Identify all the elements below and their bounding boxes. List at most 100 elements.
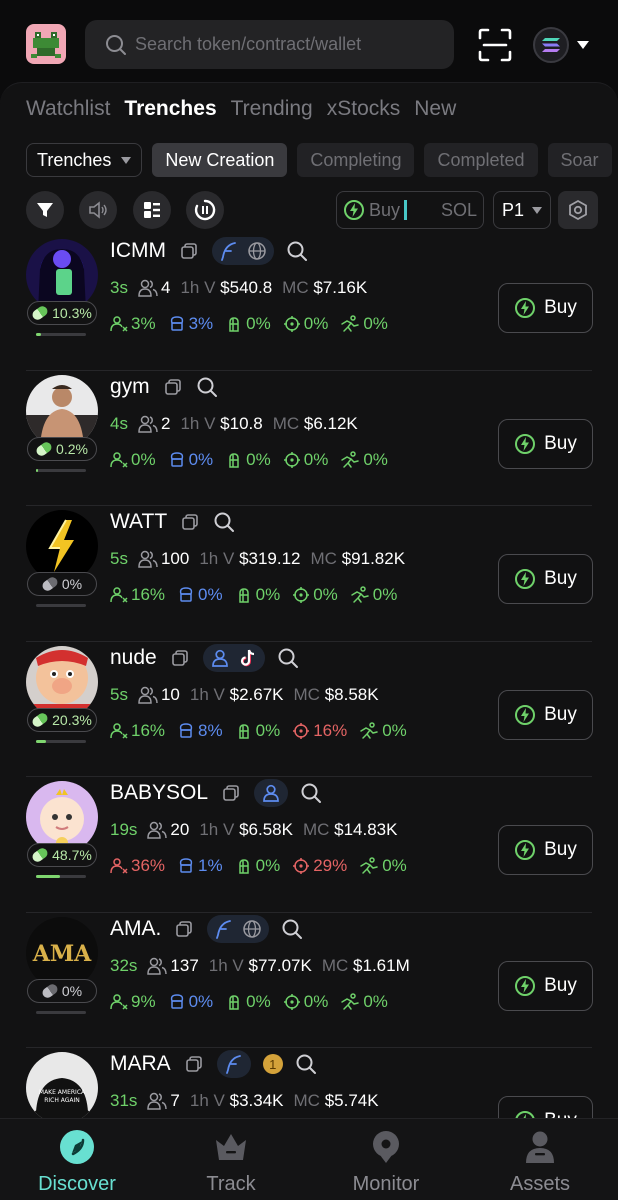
chip-soar[interactable]: Soar xyxy=(547,143,612,177)
tab-trending[interactable]: Trending xyxy=(231,97,313,121)
preset-dropdown[interactable]: P1 xyxy=(493,191,551,229)
crown-icon xyxy=(216,1134,246,1160)
buy-button[interactable]: Buy xyxy=(498,689,593,740)
buy-button[interactable]: Buy xyxy=(498,960,593,1011)
tiktok-icon[interactable] xyxy=(237,647,259,669)
socials-group xyxy=(216,1050,251,1078)
buy-button[interactable]: Buy xyxy=(498,283,593,333)
stat-value: 3% xyxy=(188,314,214,333)
token-name[interactable]: ICMM xyxy=(110,239,166,263)
token-header: ICMM xyxy=(110,237,308,265)
bonding-percent: 20.3% xyxy=(52,711,92,728)
mc-label: MC xyxy=(293,1091,320,1110)
copy-icon[interactable] xyxy=(162,376,184,398)
search-icon[interactable] xyxy=(196,376,218,398)
settings-button[interactable] xyxy=(558,191,598,229)
stat-value: 0% xyxy=(372,585,398,604)
tab-new[interactable]: New xyxy=(414,97,456,121)
insider-stat: 0% xyxy=(225,314,271,334)
insider-icon xyxy=(225,993,243,1011)
holders-count: 100 xyxy=(138,549,189,569)
bonding-progress-bar xyxy=(36,604,86,607)
search-icon[interactable] xyxy=(213,511,235,533)
search-input[interactable] xyxy=(135,34,435,55)
token-row[interactable]: 20.3% nude 5s 10 1h V $2.67K MC $8.58K 16% 8% 0%… xyxy=(0,642,618,777)
quick-buy-amount[interactable]: Buy SOL xyxy=(336,191,484,229)
filter-button[interactable] xyxy=(26,191,64,229)
nav-discover[interactable]: Discover xyxy=(17,1129,137,1196)
tab-trenches[interactable]: Trenches xyxy=(124,97,216,121)
token-age: 4s xyxy=(110,413,128,433)
token-name[interactable]: AMA. xyxy=(110,917,161,941)
app-logo[interactable] xyxy=(26,24,66,64)
search-icon[interactable] xyxy=(300,782,322,804)
search-bar[interactable] xyxy=(85,20,454,69)
chain-selector[interactable] xyxy=(533,26,593,64)
token-avatar[interactable] xyxy=(26,645,98,718)
nav-track[interactable]: Track xyxy=(171,1129,291,1196)
socials-group xyxy=(202,643,265,672)
nav-label: Track xyxy=(206,1173,256,1195)
search-icon[interactable] xyxy=(295,1053,317,1075)
token-name[interactable]: BABYSOL xyxy=(110,781,208,805)
svg-text:MAKE AMERICA: MAKE AMERICA xyxy=(39,1089,86,1096)
copy-icon[interactable] xyxy=(220,782,242,804)
nav-monitor[interactable]: Monitor xyxy=(326,1129,446,1196)
search-icon[interactable] xyxy=(277,647,299,669)
bundler-icon xyxy=(359,721,379,740)
user-icon[interactable] xyxy=(260,782,282,804)
user-icon[interactable] xyxy=(209,647,231,669)
feather-icon[interactable] xyxy=(218,240,240,262)
feather-icon[interactable] xyxy=(213,918,235,940)
copy-icon[interactable] xyxy=(169,647,191,669)
token-row[interactable]: 0% WATT 5s 100 1h V $319.12 MC $91.82K 16% 0% 0%… xyxy=(0,506,618,642)
token-row[interactable]: 48.7% BABYSOL 19s 20 1h V $6.58K MC $14.83K 36… xyxy=(0,777,618,913)
nav-assets[interactable]: Assets xyxy=(480,1129,600,1196)
buy-button[interactable]: Buy xyxy=(498,554,593,604)
search-icon[interactable] xyxy=(281,918,303,940)
copy-icon[interactable] xyxy=(179,511,201,533)
buy-button[interactable]: Buy xyxy=(498,418,593,469)
token-age: 5s xyxy=(110,684,128,704)
copy-icon[interactable] xyxy=(178,240,200,262)
mc-value: $14.83K xyxy=(334,820,398,839)
buy-button[interactable]: Buy xyxy=(498,825,593,875)
pause-button[interactable] xyxy=(186,191,224,229)
token-avatar[interactable]: MAKE AMERICA RICH AGAIN xyxy=(26,1052,98,1122)
feather-icon[interactable] xyxy=(223,1053,245,1075)
token-header: WATT xyxy=(110,508,235,536)
dev-holding-icon xyxy=(110,451,128,469)
token-row[interactable]: MAKE AMERICA RICH AGAIN MARA 1 31s 7 1h V $3.3… xyxy=(0,1048,618,1122)
token-name[interactable]: nude xyxy=(110,646,157,670)
token-avatar[interactable]: AMA xyxy=(26,916,98,989)
stat-value: 0% xyxy=(303,991,329,1011)
globe-icon[interactable] xyxy=(246,240,268,262)
token-row[interactable]: AMA 0% AMA. 32s 137 1h V $77.07K MC $1.61M 9% 0%… xyxy=(0,913,618,1048)
tab-xstocks[interactable]: xStocks xyxy=(327,97,401,121)
copy-icon[interactable] xyxy=(183,1053,205,1075)
tab-watchlist[interactable]: Watchlist xyxy=(26,97,110,121)
sound-button[interactable] xyxy=(79,191,117,229)
holders-icon xyxy=(147,1092,168,1110)
chip-completed[interactable]: Completed xyxy=(424,143,538,177)
scan-icon xyxy=(478,28,512,62)
token-name[interactable]: MARA xyxy=(110,1052,171,1076)
layout-button[interactable] xyxy=(133,191,171,229)
chip-completing[interactable]: Completing xyxy=(297,143,415,177)
volume-value: $6.58K xyxy=(239,820,293,839)
search-icon[interactable] xyxy=(286,240,308,262)
chip-new-creation[interactable]: New Creation xyxy=(152,143,288,177)
copy-icon[interactable] xyxy=(173,918,195,940)
token-avatar[interactable] xyxy=(26,374,98,447)
token-row[interactable]: 10.3% ICMM 3s 4 1h V $540.8 MC $7.16K 3% 3% 0% 0%… xyxy=(0,235,618,371)
progress-fill xyxy=(36,333,42,336)
sniper-icon xyxy=(283,993,301,1011)
dev-holding-stat: 36% xyxy=(110,856,165,876)
token-name[interactable]: gym xyxy=(110,375,150,399)
volume-label: 1h V xyxy=(189,684,225,704)
trenches-dropdown[interactable]: Trenches xyxy=(26,143,143,177)
globe-icon[interactable] xyxy=(241,918,263,940)
token-name[interactable]: WATT xyxy=(110,510,167,534)
token-row[interactable]: 0.2% gym 4s 2 1h V $10.8 MC $6.12K 0% 0% 0% 0% 0% B… xyxy=(0,371,618,506)
scan-button[interactable] xyxy=(476,26,514,64)
